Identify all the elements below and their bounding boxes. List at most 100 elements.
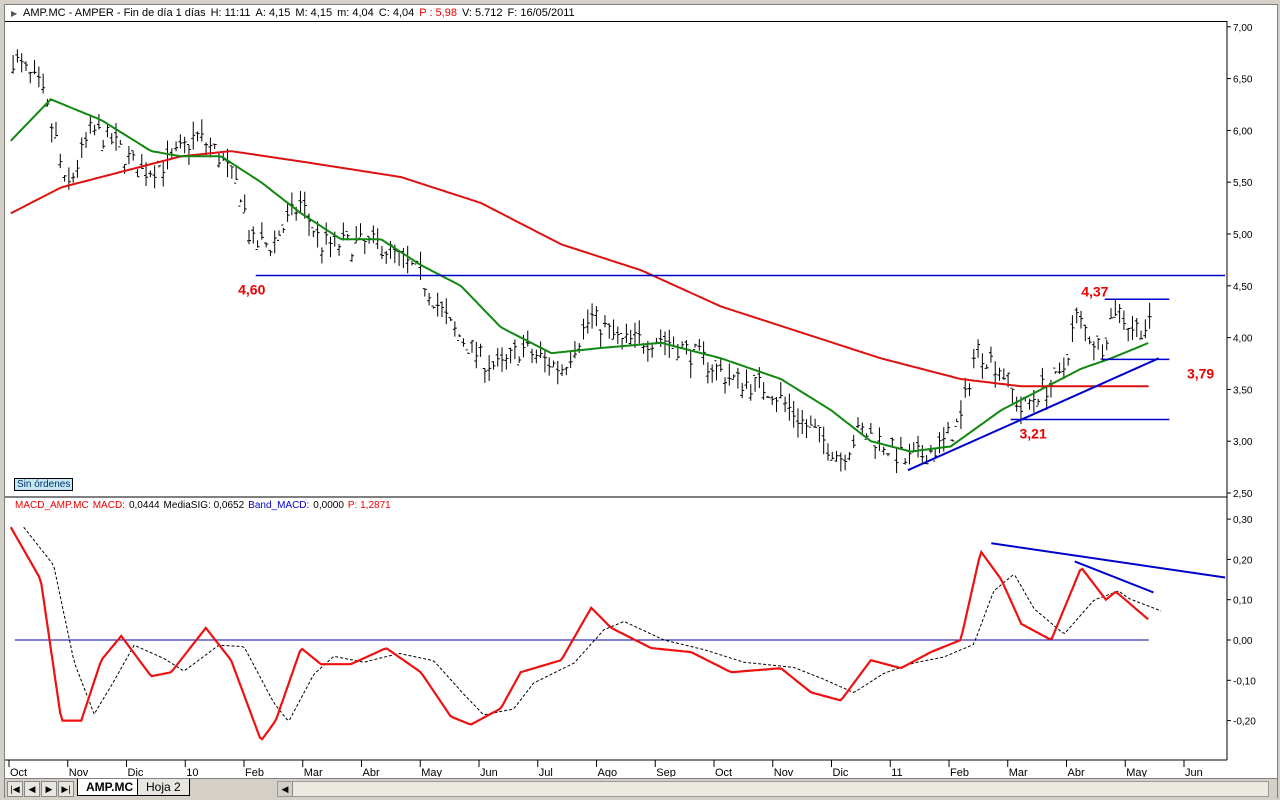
price-bar	[684, 340, 689, 355]
price-bar	[470, 340, 475, 353]
price-bar	[873, 445, 878, 459]
price-bar	[916, 435, 921, 458]
price-bar	[843, 454, 848, 471]
macd-header: MACD_AMP.MC MACD: 0,0444 MediaSIG: 0,0652 Ba…	[15, 500, 395, 511]
price-bar	[435, 292, 440, 317]
y-tick-label: 3,50	[1233, 385, 1253, 396]
price-bar	[1104, 337, 1109, 351]
price-bar	[525, 330, 530, 347]
price-bar	[238, 199, 243, 207]
price-bar	[169, 148, 174, 159]
price-bar	[401, 247, 406, 268]
price-bar	[800, 410, 805, 435]
price-bar	[75, 159, 80, 178]
price-bar	[1134, 318, 1139, 338]
price-bar	[504, 354, 509, 370]
price-bar	[15, 49, 20, 63]
last-sheet-icon[interactable]: ▶|	[58, 781, 74, 797]
first-sheet-icon[interactable]: |◀	[7, 781, 23, 797]
price-bar	[54, 121, 58, 139]
price-bar	[658, 329, 663, 348]
price-bar	[594, 306, 599, 327]
price-bar	[324, 222, 329, 245]
price-bar	[727, 363, 732, 386]
price-bar	[650, 343, 655, 358]
price-bar	[954, 418, 959, 428]
price-bar	[259, 222, 264, 240]
price-bar	[946, 421, 951, 434]
price-bar	[495, 348, 500, 367]
price-bar	[958, 400, 963, 430]
price-bar	[560, 364, 565, 376]
price-bar	[693, 343, 698, 351]
price-bar	[611, 319, 616, 340]
price-bar	[834, 450, 839, 462]
price-bar	[242, 194, 247, 214]
price-bar	[41, 73, 46, 94]
price-bar	[555, 360, 560, 385]
orders-badge[interactable]: Sin órdenes	[14, 478, 74, 491]
price-bar	[465, 349, 470, 354]
price-bar	[770, 395, 775, 405]
price-bar	[920, 444, 925, 463]
price-bar	[748, 384, 753, 401]
price-bar	[980, 353, 985, 379]
price-bar	[585, 309, 590, 334]
price-bar	[551, 360, 556, 368]
prev-sheet-icon[interactable]: ◀	[24, 781, 40, 797]
price-bar	[688, 351, 693, 379]
price-bar	[371, 225, 376, 244]
price-bar	[1087, 336, 1092, 345]
price-bar	[19, 53, 24, 73]
y-tick-label: 6,50	[1233, 75, 1253, 86]
macd-p-value: P: 1,2871	[347, 500, 391, 511]
x-tick-label: 10	[186, 767, 198, 777]
price-bar	[341, 222, 346, 241]
chart-canvas[interactable]: 2,50 3,00 3,50 4,00 4,50 5,00 5,50 6,00 6,50 7,00…	[5, 5, 1277, 777]
horizontal-scrollbar[interactable]: ◀	[277, 781, 1269, 797]
price-bar	[216, 151, 221, 168]
price-bar	[697, 338, 702, 351]
x-tick-label: Feb	[245, 767, 264, 777]
price-bar	[427, 292, 432, 306]
price-bar	[1083, 324, 1088, 342]
price-bar	[135, 169, 140, 178]
x-tick-label: Ago	[598, 767, 618, 777]
price-bar	[58, 153, 63, 169]
price-bar	[821, 426, 826, 455]
tab-amp-mc[interactable]: AMP.MC	[77, 779, 143, 796]
price-bar	[255, 240, 260, 251]
chart-window: ▶ AMP.MC - AMPER - Fin de día 1 días H: 11…	[4, 4, 1278, 798]
level-label: 4,37	[1081, 283, 1108, 299]
tab-hoja-2[interactable]: Hoja 2	[137, 779, 190, 796]
x-tick-label: Dic	[833, 767, 849, 777]
price-bar	[1139, 330, 1144, 340]
x-tick-label: Mar	[1009, 767, 1028, 777]
price-bar	[71, 172, 76, 183]
price-bar	[530, 348, 535, 364]
price-bar	[84, 132, 89, 149]
x-tick-label: Abr	[1068, 767, 1085, 777]
price-bar	[860, 422, 865, 434]
y-tick-label: 3,00	[1233, 437, 1253, 448]
sheet-tab-bar: |◀ ◀ ▶ ▶| AMP.MC Hoja 2 ◀	[5, 778, 1277, 798]
price-bar	[813, 418, 818, 428]
price-bar	[710, 364, 715, 383]
price-bar	[1044, 386, 1049, 410]
price-bar	[384, 250, 389, 264]
price-bar	[598, 329, 603, 348]
price-bar	[452, 321, 457, 337]
price-bar	[268, 249, 273, 257]
scroll-left-icon[interactable]: ◀	[278, 782, 293, 796]
next-sheet-icon[interactable]: ▶	[41, 781, 57, 797]
y-tick-label: 4,00	[1233, 334, 1253, 345]
price-bar	[830, 451, 835, 461]
price-bar	[444, 298, 449, 325]
macd-trendline	[991, 542, 1226, 579]
price-bar	[723, 377, 728, 394]
macd-label: MACD:	[92, 500, 125, 511]
price-bar	[246, 229, 251, 245]
x-tick-label: 11	[891, 767, 902, 777]
price-bar	[229, 165, 234, 179]
price-bar	[744, 369, 749, 389]
